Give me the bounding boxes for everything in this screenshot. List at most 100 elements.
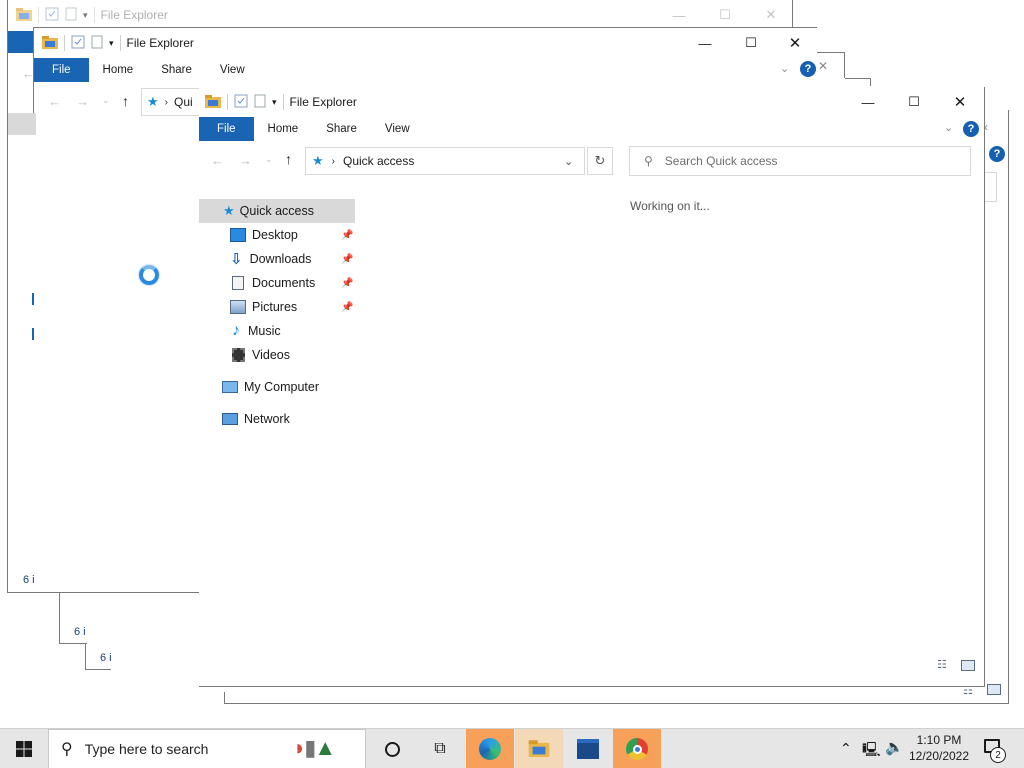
task-view-button[interactable]: ⧉ (416, 729, 464, 768)
help-icon[interactable]: ? (963, 121, 979, 137)
customize-qat-icon[interactable]: ▾ (272, 97, 277, 108)
tab-file[interactable]: File (34, 58, 89, 82)
titlebar-front[interactable]: ▾ File Explorer — ☐ ✕ (199, 87, 984, 117)
address-text: Quick access (343, 154, 415, 168)
search-box[interactable]: ⚲ Search Quick access (629, 146, 971, 176)
forward-arrow-icon[interactable]: → (239, 153, 252, 168)
tab-share[interactable]: Share (312, 117, 371, 141)
folder-icon (16, 7, 32, 24)
taskbar-store[interactable] (564, 729, 612, 768)
maximize-button[interactable]: ☐ (702, 0, 748, 30)
large-icons-view-icon[interactable] (961, 660, 975, 671)
star-icon: ★ (223, 203, 235, 218)
taskbar-chrome[interactable] (613, 729, 661, 768)
titlebar-middle[interactable]: ▾ File Explorer — ☐ ✕ (34, 28, 817, 58)
address-bar-middle[interactable]: ★ › Qui (141, 88, 201, 116)
new-folder-icon[interactable] (91, 35, 103, 52)
minimize-button[interactable]: — (656, 0, 702, 30)
ribbon-expand-icon[interactable]: ⌄ (780, 62, 789, 75)
nav-item-desktop[interactable]: Desktop (230, 223, 298, 247)
nav-label: Videos (252, 348, 290, 362)
refresh-icon: ↻ (594, 153, 606, 168)
status-text-remnant: 6 i (74, 626, 86, 638)
forward-arrow-icon[interactable]: → (76, 94, 89, 109)
qat-separator (282, 94, 284, 110)
pin-icon[interactable]: 📌 (341, 302, 353, 313)
pin-icon[interactable]: 📌 (341, 230, 353, 241)
nav-item-quick-access[interactable]: ★ Quick access (199, 199, 355, 223)
store-icon (577, 739, 599, 759)
close-button[interactable]: ✕ (772, 28, 818, 58)
volume-icon[interactable]: 🔈 (885, 738, 904, 756)
titlebar-back[interactable]: ▾ File Explorer — ☐ ✕ (8, 0, 792, 30)
show-hidden-icons-icon[interactable]: ⌃ (840, 740, 852, 757)
nav-item-videos[interactable]: Videos (232, 343, 290, 367)
minimize-button[interactable]: — (682, 28, 728, 58)
tab-view[interactable]: View (371, 117, 424, 141)
nav-label: Music (248, 324, 281, 338)
customize-qat-icon[interactable]: ▾ (109, 38, 114, 49)
details-view-icon[interactable]: ☷ (937, 658, 947, 671)
taskbar: ⚲ Type here to search ◗▮▲ ⧉ ⌃ 🖳 🔈 1:10 P… (0, 728, 1024, 768)
tab-home[interactable]: Home (89, 58, 148, 82)
address-dropdown-icon[interactable]: ⌄ (564, 155, 573, 168)
nav-item-documents[interactable]: Documents (232, 271, 315, 295)
notification-badge: 2 (990, 747, 1006, 763)
nav-label: Quick access (239, 204, 314, 218)
close-button[interactable]: ✕ (937, 87, 983, 117)
properties-icon[interactable] (234, 94, 248, 111)
taskbar-file-explorer[interactable] (515, 729, 563, 768)
nav-item-downloads[interactable]: ⇩ Downloads (230, 247, 311, 271)
properties-icon[interactable] (45, 7, 59, 24)
recent-locations-icon[interactable]: ⌄ (265, 154, 273, 165)
start-button[interactable] (0, 729, 48, 768)
breadcrumb-chevron-icon: › (164, 96, 168, 108)
up-arrow-icon[interactable]: ↑ (285, 151, 292, 167)
pin-icon[interactable]: 📌 (341, 254, 353, 265)
tab-view[interactable]: View (206, 58, 259, 82)
ribbon-tabs-front: File Home Share View (199, 117, 984, 141)
pin-icon[interactable]: 📌 (341, 278, 353, 289)
back-arrow-icon[interactable]: ← (48, 94, 61, 109)
nav-label: Downloads (249, 252, 312, 266)
file-tab-back[interactable] (8, 31, 36, 53)
nav-item-network[interactable]: Network (222, 407, 290, 431)
clock[interactable]: 1:10 PM 12/20/2022 (906, 732, 972, 764)
maximize-button[interactable]: ☐ (891, 87, 937, 117)
new-folder-icon[interactable] (254, 94, 266, 111)
properties-icon[interactable] (71, 35, 85, 52)
nav-item-music[interactable]: ♪ Music (232, 319, 281, 343)
help-icon[interactable]: ? (800, 61, 816, 77)
window-edge-remnant (1008, 110, 1009, 704)
up-arrow-icon[interactable]: ↑ (122, 93, 129, 109)
taskbar-edge[interactable] (466, 729, 514, 768)
close-button[interactable]: ✕ (748, 0, 794, 30)
nav-pane: ★ Quick access Desktop ⇩ Downloads Docum… (199, 197, 359, 437)
new-folder-icon[interactable] (65, 7, 77, 24)
nav-item-my-computer[interactable]: My Computer (222, 375, 319, 399)
network-status-icon[interactable]: 🖳 (862, 739, 881, 763)
qat-separator (93, 7, 95, 23)
minimize-button[interactable]: — (845, 87, 891, 117)
tab-share[interactable]: Share (147, 58, 206, 82)
ribbon-expand-icon[interactable]: ⌄ (944, 121, 953, 134)
tab-file[interactable]: File (199, 117, 254, 141)
large-icons-view-icon[interactable] (987, 684, 1001, 695)
taskbar-search-placeholder: Type here to search (84, 741, 209, 757)
address-bar[interactable]: ★ › Quick access ⌄ (305, 147, 585, 175)
cortana-button[interactable] (368, 729, 416, 768)
close-ribbon-icon[interactable]: ✕ (818, 59, 828, 73)
tab-home[interactable]: Home (254, 117, 313, 141)
window-edge-remnant (85, 644, 86, 670)
recent-locations-icon[interactable]: ⌄ (102, 95, 110, 106)
back-arrow-icon[interactable]: ← (211, 153, 224, 168)
refresh-button[interactable]: ↻ (587, 147, 613, 175)
help-icon[interactable]: ? (989, 146, 1005, 162)
taskbar-search-box[interactable]: ⚲ Type here to search ◗▮▲ (48, 729, 366, 768)
maximize-button[interactable]: ☐ (728, 28, 774, 58)
customize-qat-icon[interactable]: ▾ (83, 10, 88, 21)
file-explorer-window-front: ▾ File Explorer — ☐ ✕ File Home Share Vi… (199, 87, 985, 687)
folder-icon (205, 94, 221, 111)
loading-spinner-icon (139, 265, 159, 285)
nav-item-pictures[interactable]: Pictures (230, 295, 297, 319)
